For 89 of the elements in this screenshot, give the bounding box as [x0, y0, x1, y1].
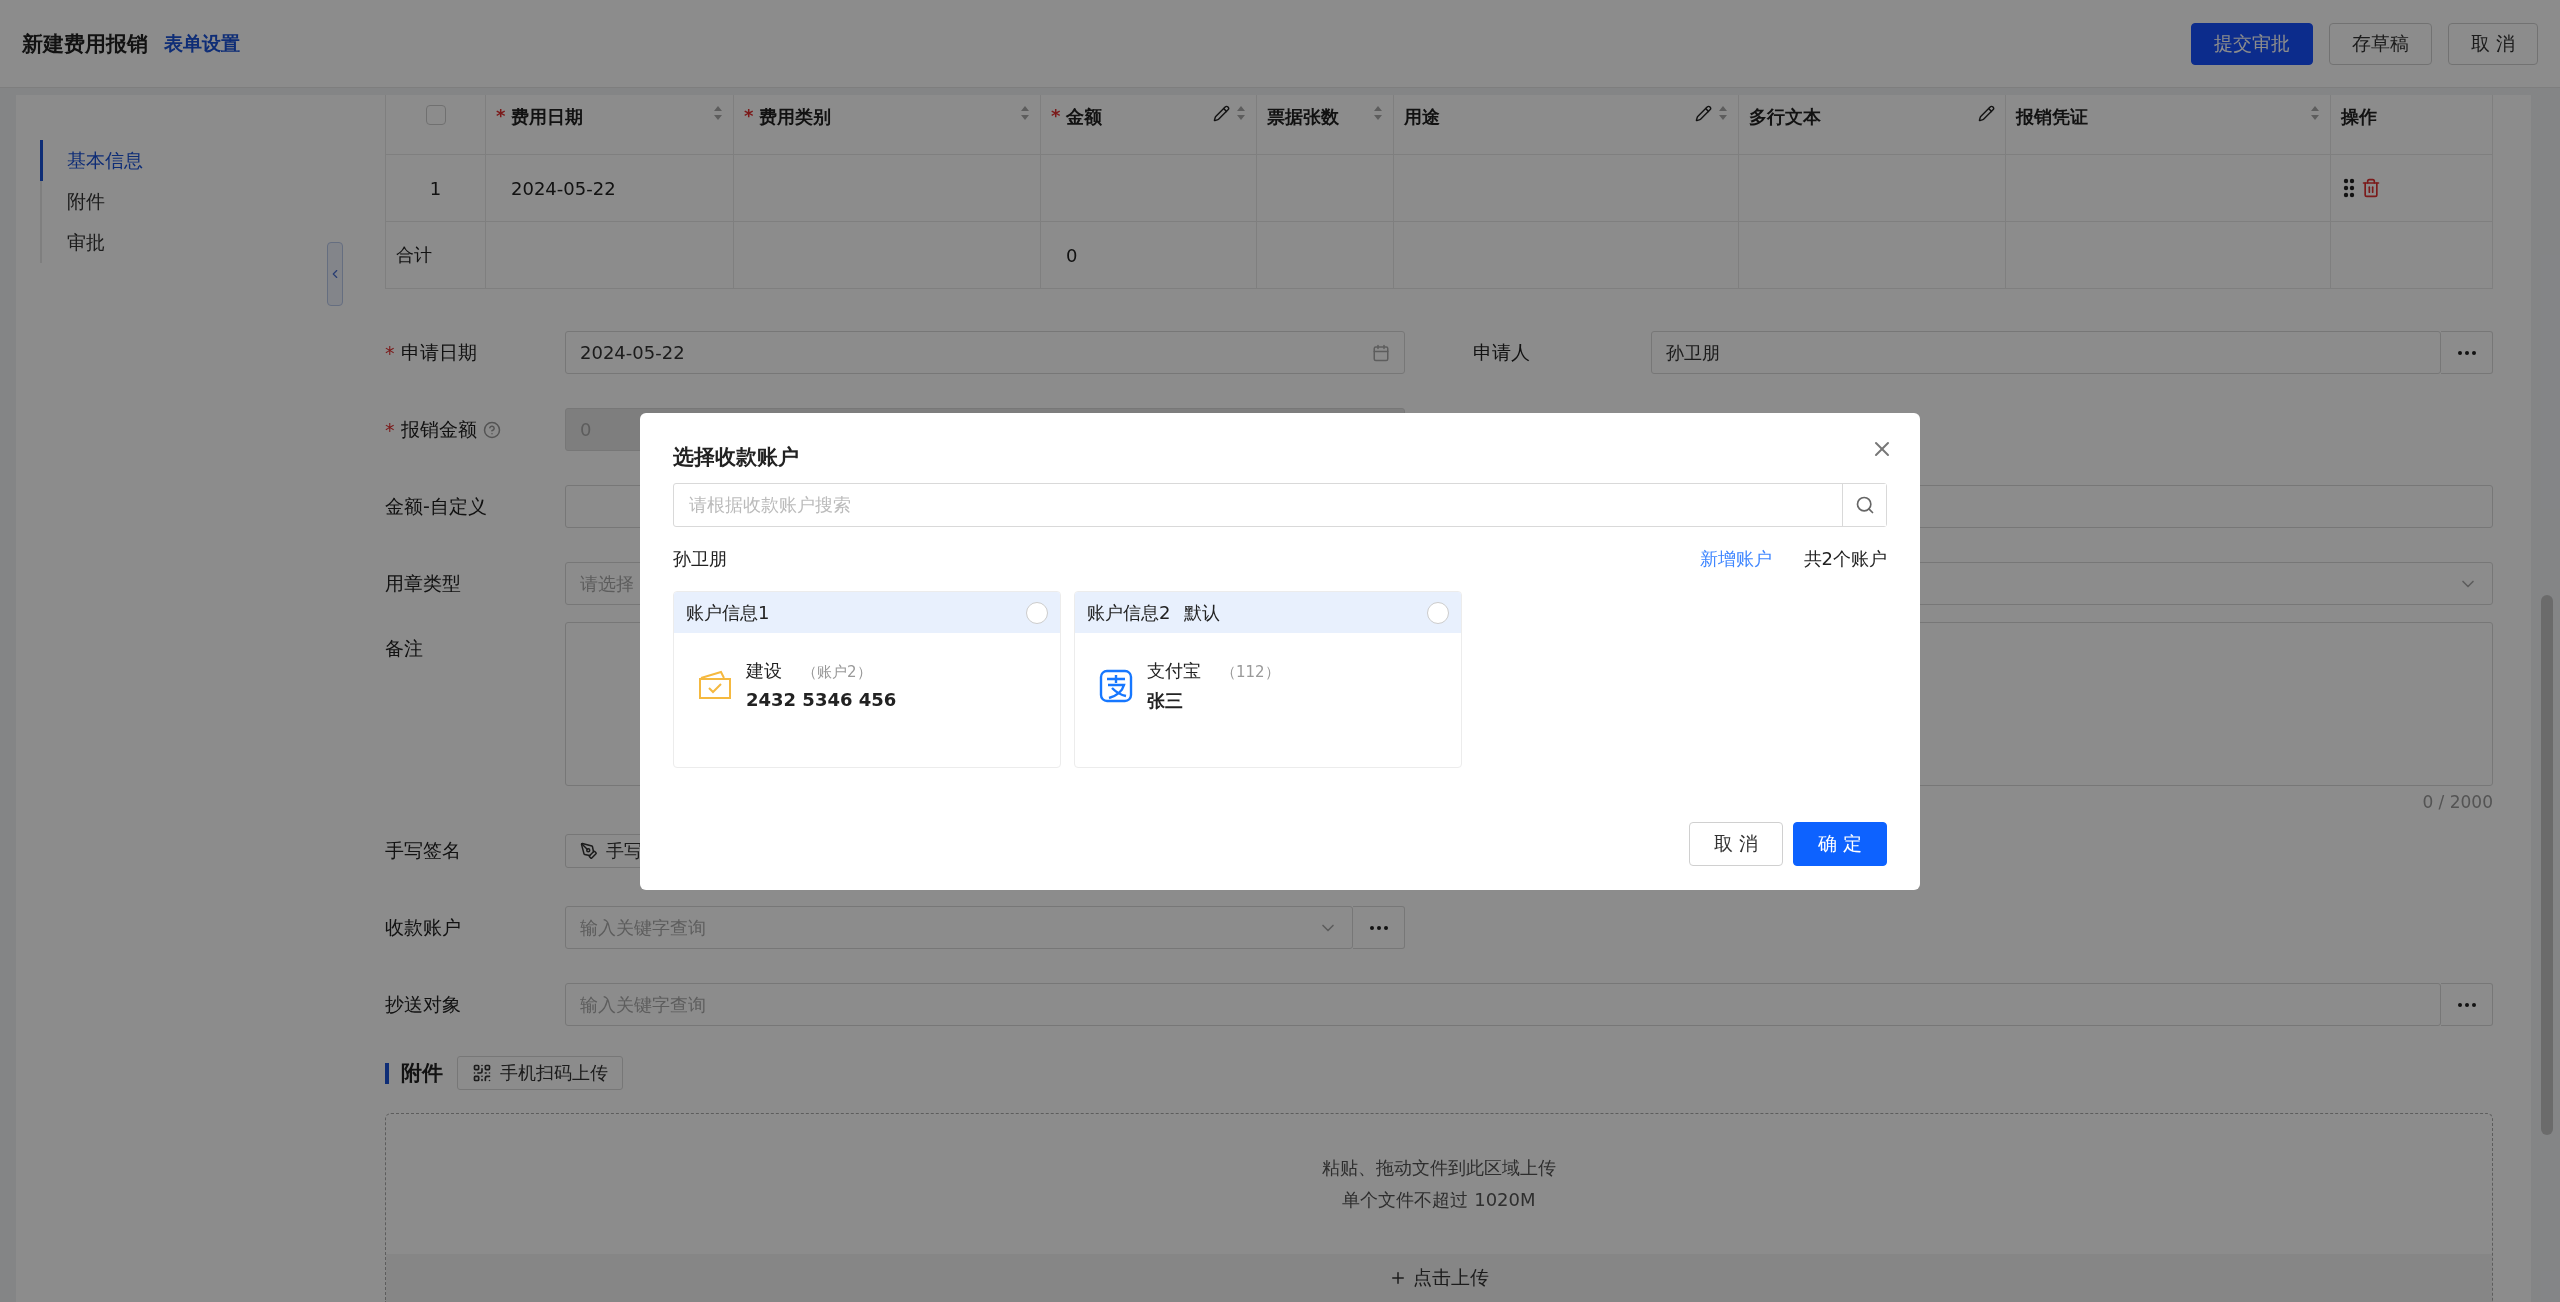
sort-icon[interactable] [1373, 105, 1383, 121]
column-header[interactable]: 报销凭证 [2006, 95, 2331, 155]
account-title: 账户信息2 [1087, 600, 1171, 625]
column-header[interactable]: 操作 [2331, 95, 2493, 155]
scan-upload-button[interactable]: 手机扫码上传 [457, 1056, 623, 1090]
account-note: （112） [1221, 663, 1280, 682]
nav-item[interactable]: 基本信息 [40, 140, 351, 181]
scrollbar[interactable] [2541, 595, 2553, 1135]
field-label: 申请人 [1472, 339, 1531, 365]
upload-limit: 单个文件不超过 1020M [1342, 1188, 1536, 1212]
account-detail: 2432 5346 456 [746, 689, 897, 710]
more-button[interactable] [1353, 906, 1405, 949]
field-label: 申请日期 [400, 339, 477, 365]
account-detail: 张三 [1147, 689, 1184, 713]
collapse-handle[interactable] [327, 242, 343, 306]
action-button[interactable]: 取 消 [2447, 22, 2538, 65]
pen-icon [580, 841, 598, 860]
required-mark: * [385, 418, 395, 441]
column-header[interactable]: 用途 [1394, 95, 1739, 155]
column-header[interactable]: * 费用类别 [734, 95, 1041, 155]
page-title: 新建费用报销 [22, 30, 148, 58]
calendar-icon [1372, 343, 1390, 362]
search-button[interactable] [1842, 484, 1886, 526]
folder-check-icon [698, 669, 732, 700]
edit-icon[interactable] [1978, 105, 1995, 122]
section-title: 附件 [385, 1062, 443, 1084]
cancel-button[interactable]: 取 消 [1688, 822, 1783, 866]
sort-icon[interactable] [2310, 105, 2320, 121]
column-header[interactable]: * 金额 [1041, 95, 1257, 155]
account-count: 共2个账户 [1803, 547, 1887, 571]
action-button[interactable]: 存草稿 [2328, 22, 2432, 65]
account-note: （账户2） [802, 663, 872, 682]
column-header[interactable]: 票据张数 [1257, 95, 1394, 155]
payment-app-icon [1099, 669, 1133, 703]
field-label: 用章类型 [385, 570, 461, 596]
account-card[interactable]: 账户信息1 建设 （账户2） 2432 5346 456 [673, 591, 1061, 768]
table-cell: 合计 [386, 222, 486, 289]
field-label: 收款账户 [385, 914, 461, 940]
required-mark: * [1051, 105, 1061, 126]
char-counter: 0 / 2000 [2422, 792, 2493, 812]
field-label: 备注 [385, 636, 423, 661]
row-number: 1 [386, 155, 486, 222]
delete-icon[interactable] [2361, 178, 2381, 198]
more-button[interactable] [2441, 331, 2493, 374]
submit-button[interactable]: 提交审批 [2190, 22, 2313, 65]
form-settings-link[interactable]: 表单设置 [164, 30, 240, 57]
qr-code-icon [472, 1063, 492, 1083]
upload-hint: 粘贴、拖动文件到此区域上传 [1322, 1156, 1556, 1180]
date-field[interactable]: 2024-05-22 [565, 331, 1405, 374]
radio-button[interactable] [1026, 601, 1048, 624]
account-name: 建设 [746, 659, 782, 683]
more-button[interactable] [2441, 983, 2493, 1026]
checkbox[interactable] [425, 105, 446, 125]
account-name: 支付宝 [1147, 659, 1201, 683]
required-mark: * [496, 105, 506, 126]
add-account-link[interactable]: 新增账户 [1699, 547, 1772, 571]
plus-icon [1389, 1269, 1407, 1287]
column-header[interactable]: * 费用日期 [486, 95, 734, 155]
sort-icon[interactable] [1718, 105, 1728, 121]
field-label: 抄送对象 [385, 991, 461, 1017]
confirm-button[interactable]: 确 定 [1792, 822, 1887, 866]
column-header[interactable]: 多行文本 [1739, 95, 2006, 155]
field-label: 手写签名 [385, 837, 461, 863]
account-card[interactable]: 账户信息2 默认 支付宝 （112） 张三 [1074, 591, 1462, 768]
table-cell: 2024-05-22 [486, 155, 734, 222]
owner-name: 孙卫朋 [673, 547, 728, 571]
edit-icon[interactable] [1695, 105, 1712, 122]
required-mark: * [744, 105, 754, 126]
required-mark: * [385, 341, 395, 364]
table-cell: 0 [1041, 222, 1257, 289]
radio-button[interactable] [1427, 601, 1449, 624]
upload-button[interactable]: 点击上传 [386, 1254, 2492, 1302]
sort-icon[interactable] [1020, 105, 1030, 121]
field-label: 报销金额 [400, 416, 477, 442]
drag-handle-icon[interactable] [2343, 178, 2355, 198]
more-icon [2457, 350, 2476, 355]
input-field[interactable]: 孙卫朋 [1651, 331, 2441, 374]
nav-item[interactable]: 附件 [40, 181, 351, 222]
edit-icon[interactable] [1213, 105, 1230, 122]
more-icon [1369, 925, 1388, 930]
sort-icon[interactable] [1236, 105, 1246, 121]
dialog-title: 选择收款账户 [673, 444, 799, 471]
nav-item[interactable]: 审批 [40, 222, 351, 263]
more-icon [2457, 1002, 2476, 1007]
search-icon [1854, 495, 1875, 515]
default-tag: 默认 [1184, 600, 1221, 625]
account-title: 账户信息1 [686, 600, 770, 625]
sort-icon[interactable] [713, 105, 723, 121]
field-label: 金额-自定义 [385, 493, 487, 519]
